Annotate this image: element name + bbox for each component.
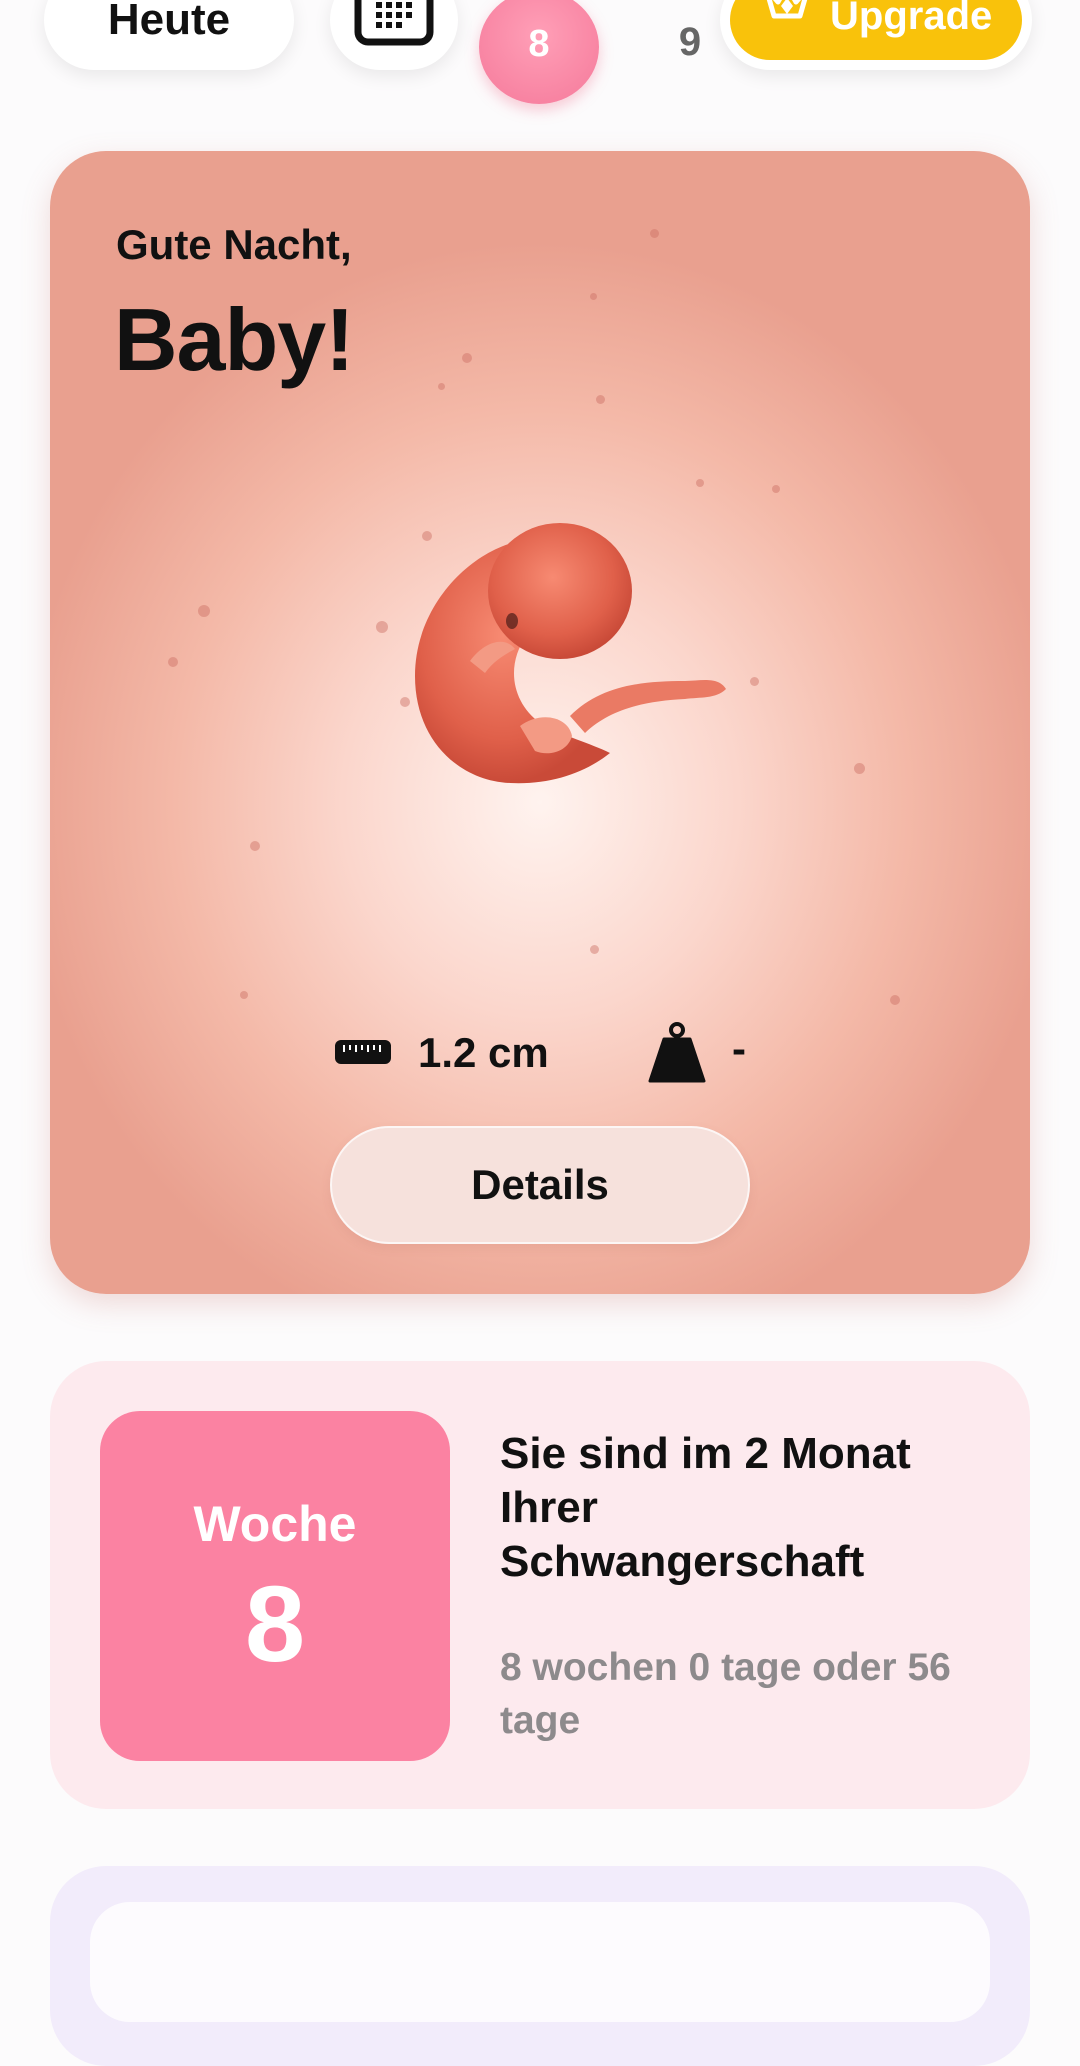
decor-speck [650, 229, 659, 238]
next-week-number[interactable]: 9 [660, 20, 720, 65]
today-label: Heute [107, 0, 231, 44]
decor-speck [240, 991, 248, 999]
decor-speck [750, 677, 759, 686]
calendar-button[interactable] [330, 0, 458, 70]
greeting-line: Gute Nacht, [116, 221, 352, 268]
decor-speck [198, 605, 210, 617]
decor-speck [596, 395, 605, 404]
next-card-inner [90, 1902, 990, 2022]
decor-speck [168, 657, 178, 667]
pregnancy-duration-text: 8 wochen 0 tage oder 56 tage [500, 1646, 951, 1742]
week-info-card[interactable]: Woche 8 Sie sind im 2 Monat Ihrer Schwan… [50, 1361, 1030, 1809]
length-value: 1.2 cm [418, 1029, 549, 1076]
week-tile-number: 8 [244, 1563, 306, 1684]
decor-speck [890, 995, 900, 1005]
pregnancy-month-headline: Sie sind im 2 Monat Ihrer Schwangerschaf… [500, 1429, 911, 1586]
decor-speck [462, 353, 472, 363]
week-tile: Woche 8 [100, 1411, 450, 1761]
embryo-illustration [415, 523, 726, 784]
decor-speck [250, 841, 260, 851]
decor-speck [438, 383, 445, 390]
greeting-name: Baby! [114, 290, 354, 389]
decor-speck [696, 479, 704, 487]
upgrade-button[interactable]: Upgrade [720, 0, 1032, 70]
baby-hero-card: Gute Nacht, Baby! 1.2 cm - Details [50, 151, 1030, 1294]
decor-speck [854, 763, 865, 774]
weight-value: - [732, 1025, 746, 1072]
weight-icon [648, 1022, 706, 1083]
today-button[interactable]: Heute [44, 0, 294, 70]
details-button[interactable]: Details [330, 1126, 750, 1244]
ruler-icon [335, 1040, 391, 1064]
upgrade-label: Upgrade [830, 0, 993, 38]
top-bar: Heute 8 9 Upgrade [0, 0, 1080, 120]
decor-speck [590, 945, 599, 954]
crown-icon [766, 0, 808, 19]
decor-speck [376, 621, 388, 633]
decor-speck [772, 485, 780, 493]
current-week-bubble[interactable]: 8 [479, 0, 599, 104]
stats-row: 1.2 cm - [50, 1021, 1030, 1083]
calendar-icon [354, 0, 434, 46]
decor-speck [590, 293, 597, 300]
week-tile-label: Woche [193, 1496, 357, 1552]
next-card[interactable] [50, 1866, 1030, 2066]
